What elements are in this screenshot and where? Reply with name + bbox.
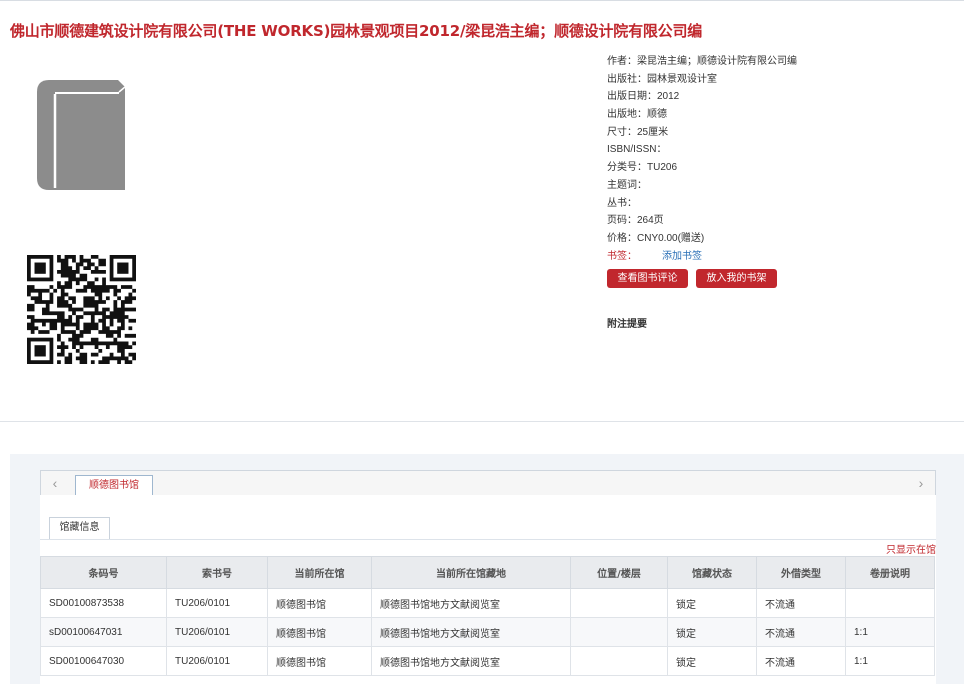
cell-position — [570, 646, 668, 676]
holdings-panel: 馆藏信息 只显示在馆 条码号 索书号 当前所在馆 当前所在馆藏地 位置/楼层 馆… — [40, 495, 936, 684]
meta-pub-date: 出版日期：2012 — [607, 91, 680, 103]
cell-volume-note — [845, 588, 935, 618]
cell-barcode: SD00100647030 — [40, 646, 167, 676]
cell-volume-note: 1:1 — [845, 646, 935, 676]
tab-shunde-library[interactable]: 顺德图书馆 — [75, 475, 153, 497]
col-call-number: 索书号 — [166, 556, 268, 589]
meta-pages: 页码：264页 — [607, 215, 664, 227]
cell-call-number: TU206/0101 — [166, 617, 268, 647]
bookmark-row: 书签： 添加书签 — [607, 248, 947, 266]
chevron-right-icon[interactable]: › — [909, 471, 933, 495]
holdings-table: 条码号 索书号 当前所在馆 当前所在馆藏地 位置/楼层 馆藏状态 外借类型 卷册… — [40, 556, 935, 676]
cell-library: 顺德图书馆 — [267, 588, 372, 618]
cell-status: 锁定 — [667, 588, 757, 618]
add-bookmark-link[interactable]: 添加书签 — [662, 251, 702, 262]
cell-loan-type: 不流通 — [756, 588, 846, 618]
meta-subject: 主题词： — [607, 179, 647, 191]
cell-call-number: TU206/0101 — [166, 646, 268, 676]
qr-code — [27, 255, 136, 364]
only-show-available-link[interactable]: 只显示在馆 — [886, 541, 936, 556]
cell-volume-note: 1:1 — [845, 617, 935, 647]
library-tabbar: ‹ 顺德图书馆 › — [40, 470, 936, 497]
col-current-location: 当前所在馆藏地 — [371, 556, 571, 589]
cell-barcode: sD00100647031 — [40, 617, 167, 647]
meta-isbn: ISBN/ISSN： — [607, 144, 667, 156]
col-current-library: 当前所在馆 — [267, 556, 372, 589]
cell-library: 顺德图书馆 — [267, 646, 372, 676]
cell-location: 顺德图书馆地方文献阅览室 — [371, 646, 571, 676]
cell-position — [570, 617, 668, 647]
table-header-row: 条码号 索书号 当前所在馆 当前所在馆藏地 位置/楼层 馆藏状态 外借类型 卷册… — [40, 556, 935, 589]
cell-call-number: TU206/0101 — [166, 588, 268, 618]
bookmark-label: 书签： — [607, 250, 637, 262]
section-divider — [0, 421, 964, 422]
meta-class-no: 分类号：TU206 — [607, 162, 678, 174]
meta-size: 尺寸：25厘米 — [607, 126, 669, 138]
cell-barcode: SD00100873538 — [40, 588, 167, 618]
cell-status: 锁定 — [667, 617, 757, 647]
cell-library: 顺德图书馆 — [267, 617, 372, 647]
col-barcode: 条码号 — [40, 556, 167, 589]
top-divider — [0, 0, 964, 1]
col-volume-note: 卷册说明 — [845, 556, 935, 589]
chevron-left-icon[interactable]: ‹ — [43, 471, 67, 495]
cell-loan-type: 不流通 — [756, 617, 846, 647]
cell-location: 顺德图书馆地方文献阅览室 — [371, 588, 571, 618]
meta-series: 丛书： — [607, 197, 637, 209]
col-loan-type: 外借类型 — [756, 556, 846, 589]
col-status: 馆藏状态 — [667, 556, 757, 589]
cell-status: 锁定 — [667, 646, 757, 676]
meta-price: 价格：CNY0.00(赠送) — [607, 232, 705, 244]
table-row: SD00100647030 TU206/0101 顺德图书馆 顺德图书馆地方文献… — [40, 646, 935, 676]
meta-author: 作者：梁昆浩主编；顺德设计院有限公司编 — [607, 56, 797, 67]
meta-publisher: 出版社：园林景观设计室 — [607, 73, 717, 85]
table-row: SD00100873538 TU206/0101 顺德图书馆 顺德图书馆地方文献… — [40, 588, 935, 618]
col-position-floor: 位置/楼层 — [570, 556, 668, 589]
cell-loan-type: 不流通 — [756, 646, 846, 676]
add-to-shelf-button[interactable]: 放入我的书架 — [696, 269, 777, 288]
view-reviews-button[interactable]: 查看图书评论 — [607, 269, 688, 288]
holdings-section: ‹ 顺德图书馆 › 馆藏信息 只显示在馆 条码号 索书号 当前所在馆 当前所在馆… — [10, 454, 964, 684]
tab-holdings-info[interactable]: 馆藏信息 — [49, 517, 110, 539]
table-row: sD00100647031 TU206/0101 顺德图书馆 顺德图书馆地方文献… — [40, 617, 935, 647]
cell-position — [570, 588, 668, 618]
meta-pub-place: 出版地：顺德 — [607, 109, 667, 121]
page-title: 佛山市顺德建筑设计院有限公司(THE WORKS)园林景观项目2012/梁昆浩主… — [10, 22, 703, 40]
notes-heading: 附注提要 — [607, 319, 647, 330]
subtab-divider — [40, 539, 936, 540]
book-metadata: 作者：梁昆浩主编；顺德设计院有限公司编 出版社：园林景观设计室 出版日期：201… — [607, 53, 947, 265]
book-icon — [37, 80, 126, 190]
cell-location: 顺德图书馆地方文献阅览室 — [371, 617, 571, 647]
